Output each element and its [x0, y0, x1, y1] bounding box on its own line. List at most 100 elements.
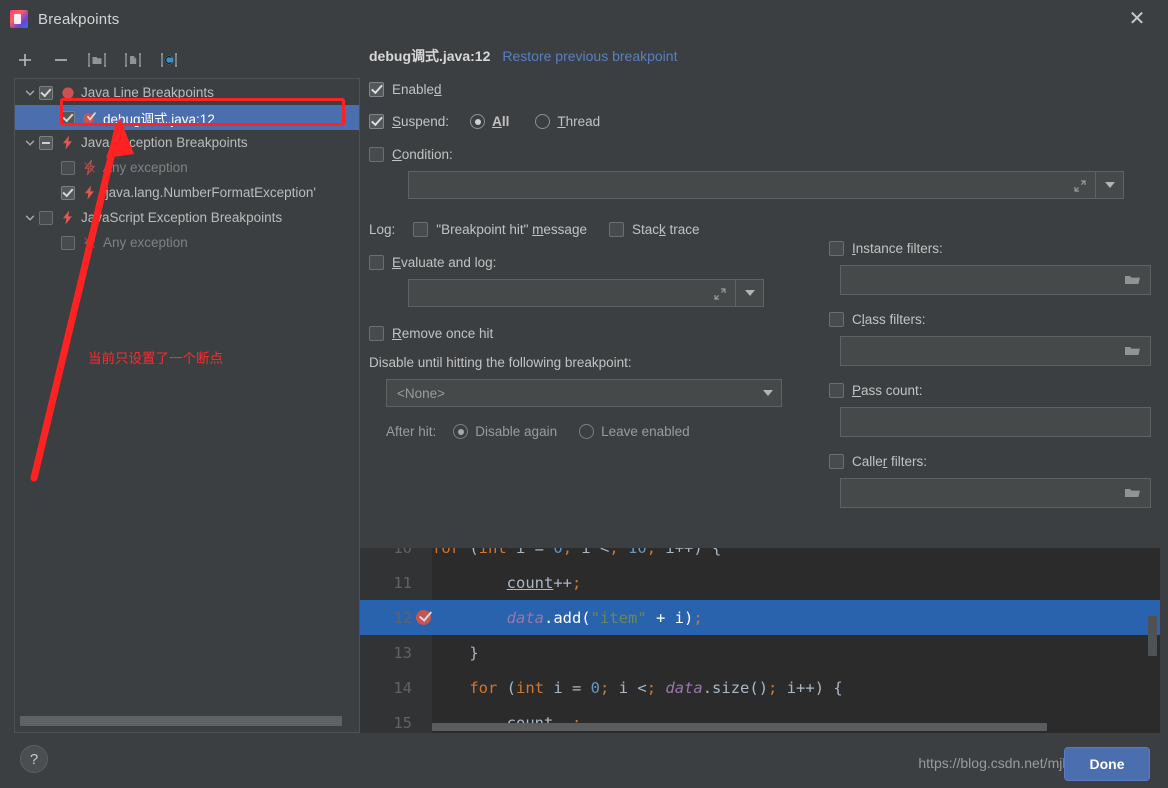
- after-hit-leave-radio[interactable]: [579, 424, 595, 439]
- close-icon[interactable]: ✕: [1124, 6, 1150, 32]
- add-breakpoint-button[interactable]: [14, 49, 36, 71]
- evaluate-and-log-checkbox[interactable]: [369, 255, 384, 270]
- code-horizontal-scrollbar[interactable]: [432, 723, 1047, 731]
- after-hit-leave-label: Leave enabled: [601, 424, 690, 439]
- tree-item-label: Any exception: [103, 160, 188, 175]
- tree-item-checkbox[interactable]: [61, 160, 75, 175]
- code-preview[interactable]: 10 for (int i = 0; i <; 10; i++) {11 coun…: [360, 548, 1160, 733]
- pass-count-row[interactable]: Pass count:: [829, 383, 1149, 398]
- class-filters-row[interactable]: Class filters:: [829, 312, 1149, 327]
- tree-item[interactable]: Java Line Breakpoints: [15, 80, 359, 105]
- suspend-thread-option[interactable]: Thread: [535, 114, 600, 129]
- class-filters-input[interactable]: [840, 336, 1151, 366]
- tree-item[interactable]: debug调式.java:12: [15, 105, 359, 130]
- code-line: 14 for (int i = 0; i <; data.size(); i++…: [360, 670, 1160, 705]
- chevron-down-icon[interactable]: [21, 213, 39, 223]
- caller-filters-input[interactable]: [840, 478, 1151, 508]
- tree-item-checkbox[interactable]: [39, 210, 53, 225]
- expand-editor-icon[interactable]: [713, 287, 727, 304]
- folder-icon[interactable]: [1124, 272, 1142, 290]
- breakpoint-detail-panel: debug调式.java:12 Restore previous breakpo…: [369, 46, 1159, 508]
- tree-item-checkbox[interactable]: [39, 85, 53, 100]
- pass-count-field-row[interactable]: [840, 407, 1151, 437]
- caller-filters-checkbox[interactable]: [829, 454, 844, 469]
- pass-count-checkbox[interactable]: [829, 383, 844, 398]
- tree-item-checkbox[interactable]: [61, 235, 75, 250]
- tree-item[interactable]: Any exception: [15, 155, 359, 180]
- exception-bolt-muted-icon: [81, 160, 98, 176]
- log-message-option[interactable]: "Breakpoint hit" message: [413, 222, 587, 237]
- class-filters-checkbox[interactable]: [829, 312, 844, 327]
- class-filters-label: Class filters:: [852, 312, 926, 327]
- suspend-all-radio[interactable]: [470, 114, 486, 129]
- after-hit-disable-option[interactable]: Disable again: [453, 424, 557, 439]
- group-by-folder-button[interactable]: [86, 49, 108, 71]
- group-by-class-button[interactable]: [158, 49, 180, 71]
- condition-checkbox[interactable]: [369, 147, 384, 162]
- done-button[interactable]: Done: [1064, 747, 1150, 781]
- code-line-text: for (int i = 0; i <; data.size(); i++) {: [469, 678, 843, 697]
- tree-item-label: Any exception: [103, 235, 188, 250]
- remove-once-hit-checkbox[interactable]: [369, 326, 384, 341]
- intellij-idea-logo-icon: [10, 10, 28, 28]
- after-hit-disable-label: Disable again: [475, 424, 558, 439]
- instance-filters-checkbox[interactable]: [829, 241, 844, 256]
- tree-item-checkbox[interactable]: [39, 135, 53, 150]
- breakpoint-hit-message-checkbox[interactable]: [413, 222, 429, 237]
- tree-item[interactable]: JavaScript Exception Breakpoints: [15, 205, 359, 230]
- tree-horizontal-scrollbar[interactable]: [20, 716, 350, 726]
- suspend-all-option[interactable]: All: [470, 114, 509, 129]
- exception-bolt-icon: [59, 135, 76, 151]
- instance-filters-input[interactable]: [840, 265, 1151, 295]
- restore-previous-breakpoint-link[interactable]: Restore previous breakpoint: [502, 48, 677, 64]
- breakpoints-tree-panel[interactable]: Java Line Breakpoints debug调式.java:12 Java…: [14, 78, 360, 733]
- tree-item-checkbox[interactable]: [61, 185, 75, 200]
- enabled-row[interactable]: Enabled: [369, 82, 1159, 97]
- breakpoints-tree[interactable]: Java Line Breakpoints debug调式.java:12 Java…: [15, 79, 359, 732]
- caller-filters-label: Caller filters:: [852, 454, 928, 469]
- tree-item[interactable]: Java Exception Breakpoints: [15, 130, 359, 155]
- caller-filters-row[interactable]: Caller filters:: [829, 454, 1149, 469]
- breakpoint-gutter-icon[interactable]: [416, 610, 431, 625]
- condition-row[interactable]: Condition:: [369, 147, 1159, 162]
- chevron-down-icon[interactable]: [21, 88, 39, 98]
- group-by-file-button[interactable]: [122, 49, 144, 71]
- condition-field-row[interactable]: [408, 171, 1159, 199]
- suspend-checkbox[interactable]: [369, 114, 384, 129]
- red-dot-breakpoint-icon: [59, 85, 76, 101]
- evaluate-and-log-input[interactable]: [408, 279, 736, 307]
- evaluate-history-dropdown[interactable]: [736, 279, 764, 307]
- class-filters-field-row[interactable]: [840, 336, 1151, 366]
- help-button[interactable]: ?: [20, 745, 48, 773]
- code-line-text: count++;: [506, 573, 582, 592]
- suspend-thread-radio[interactable]: [535, 114, 551, 129]
- instance-filters-field-row[interactable]: [840, 265, 1151, 295]
- tree-scrollbar-thumb[interactable]: [20, 716, 342, 726]
- chevron-down-icon[interactable]: [21, 138, 39, 148]
- instance-filters-row[interactable]: Instance filters:: [829, 241, 1149, 256]
- suspend-row[interactable]: Suspend: All Thread: [369, 114, 1159, 129]
- expand-editor-icon[interactable]: [1073, 179, 1087, 196]
- tree-item[interactable]: Any exception: [15, 230, 359, 255]
- stack-trace-option[interactable]: Stack trace: [608, 222, 700, 237]
- breakpoints-toolbar: [14, 46, 180, 74]
- code-line-number: 12: [393, 608, 412, 627]
- after-hit-leave-option[interactable]: Leave enabled: [579, 424, 690, 439]
- detail-header: debug调式.java:12 Restore previous breakpo…: [369, 46, 1159, 68]
- code-line-number: 11: [393, 573, 412, 592]
- tree-item[interactable]: 'java.lang.NumberFormatException': [15, 180, 359, 205]
- code-line: 13 }: [360, 635, 1160, 670]
- pass-count-input[interactable]: [840, 407, 1151, 437]
- remove-breakpoint-button[interactable]: [50, 49, 72, 71]
- code-vertical-scrollbar[interactable]: [1148, 616, 1157, 656]
- stack-trace-checkbox[interactable]: [608, 222, 624, 237]
- disable-until-select[interactable]: <None>: [386, 379, 782, 407]
- tree-item-checkbox[interactable]: [61, 110, 75, 125]
- enabled-checkbox[interactable]: [369, 82, 384, 97]
- condition-history-dropdown[interactable]: [1096, 171, 1124, 199]
- condition-input[interactable]: [408, 171, 1096, 199]
- after-hit-disable-radio[interactable]: [453, 424, 469, 439]
- folder-icon[interactable]: [1124, 343, 1142, 361]
- folder-icon[interactable]: [1124, 485, 1142, 503]
- caller-filters-field-row[interactable]: [840, 478, 1151, 508]
